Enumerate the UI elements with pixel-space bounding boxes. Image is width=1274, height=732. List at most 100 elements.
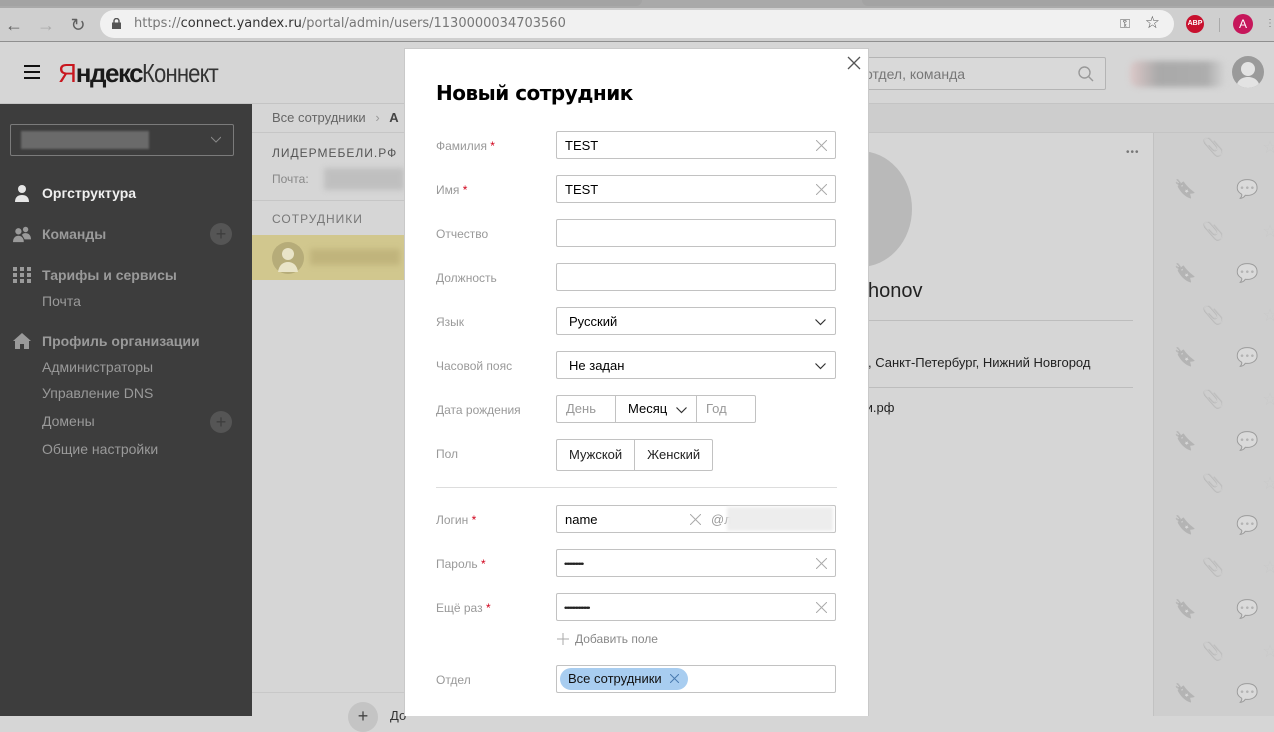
add-field-button[interactable]: Добавить поле bbox=[557, 631, 658, 646]
login-input[interactable]: name @л bbox=[556, 505, 836, 533]
adblock-extension-icon[interactable]: ABP bbox=[1186, 15, 1204, 33]
bookmark-star-icon[interactable]: ☆ bbox=[1145, 13, 1160, 33]
password-repeat-input[interactable]: •••••••••••••••• bbox=[556, 593, 836, 621]
paperclip-icon: 📎 bbox=[1202, 473, 1225, 493]
sidebar-subitem-mail[interactable]: Почта bbox=[42, 293, 81, 309]
gender-female-button[interactable]: Женский bbox=[634, 439, 714, 471]
search-icon[interactable] bbox=[1077, 65, 1095, 83]
clear-icon[interactable] bbox=[816, 558, 827, 569]
url-text[interactable]: https://connect.yandex.ru/portal/admin/u… bbox=[134, 16, 566, 31]
star-icon: ☆ bbox=[1262, 221, 1274, 241]
add-employee-button[interactable]: + bbox=[348, 702, 378, 732]
add-team-button[interactable]: + bbox=[210, 223, 232, 245]
chevron-down-icon bbox=[211, 136, 221, 143]
first-name-input[interactable]: TEST bbox=[556, 175, 836, 203]
login-domain-blurred bbox=[727, 507, 833, 531]
middle-name-input[interactable] bbox=[556, 219, 836, 247]
department-row: Отдел Все сотрудники bbox=[436, 665, 841, 693]
key-icon[interactable]: ⚿ bbox=[1120, 16, 1130, 32]
person-silhouette-icon bbox=[278, 248, 298, 272]
birth-day-input[interactable]: День bbox=[556, 395, 616, 423]
required-mark: * bbox=[480, 557, 486, 571]
select-value: Месяц bbox=[628, 401, 668, 416]
tag-label: Все сотрудники bbox=[568, 671, 662, 686]
divider bbox=[436, 487, 837, 488]
browser-profile-avatar[interactable]: A bbox=[1233, 14, 1253, 34]
position-input[interactable] bbox=[556, 263, 836, 291]
arrow-left-icon: ← bbox=[5, 15, 23, 35]
sidebar-item-org-profile[interactable]: Профиль организации bbox=[0, 330, 252, 354]
field-label: Часовой пояс bbox=[436, 359, 513, 373]
paperclip-icon: 📎 bbox=[1202, 137, 1225, 157]
add-domain-button[interactable]: + bbox=[210, 411, 232, 433]
url-host: connect.yandex.ru bbox=[180, 16, 302, 31]
profile-cities: , Санкт-Петербург, Нижний Новгород bbox=[868, 355, 1091, 370]
sidebar-item-label: Оргструктура bbox=[42, 185, 137, 201]
url-path: /portal/admin/users/1130000034703560 bbox=[301, 16, 566, 31]
staff-list-item[interactable] bbox=[252, 235, 404, 280]
divider bbox=[828, 320, 1133, 321]
forward-button[interactable]: → bbox=[34, 13, 58, 37]
more-options-icon[interactable]: ••• bbox=[1126, 147, 1140, 158]
menu-icon[interactable] bbox=[24, 65, 40, 79]
login-row: Логин * name @л bbox=[436, 505, 841, 533]
comment-icon: 💬 bbox=[1236, 347, 1259, 367]
organization-select[interactable] bbox=[10, 124, 234, 156]
department-tag[interactable]: Все сотрудники bbox=[560, 668, 688, 690]
org-structure-panel: Все сотрудники › А ЛИДЕРМЕБЕЛИ.РФ Почта:… bbox=[252, 104, 406, 732]
clear-icon[interactable] bbox=[816, 602, 827, 613]
password-input[interactable]: •••••••••••• bbox=[556, 549, 836, 577]
reload-button[interactable]: ↻ bbox=[66, 13, 90, 37]
birthdate-row: Дата рождения День Месяц Год bbox=[436, 395, 841, 423]
star-icon: ☆ bbox=[1262, 389, 1274, 409]
gender-male-button[interactable]: Мужской bbox=[556, 439, 636, 471]
bookmark-icon: 🔖 bbox=[1174, 683, 1197, 703]
breadcrumb-current: А bbox=[389, 110, 399, 125]
profile-subbar bbox=[868, 104, 1274, 133]
first-name-row: Имя * TEST bbox=[436, 175, 841, 203]
sidebar-subitem-domains[interactable]: Домены bbox=[42, 413, 95, 429]
birth-year-input[interactable]: Год bbox=[696, 395, 756, 423]
last-name-input[interactable]: TEST bbox=[556, 131, 836, 159]
bookmark-icon: 🔖 bbox=[1174, 515, 1197, 535]
browser-menu-icon[interactable]: ⋮ bbox=[1265, 18, 1274, 32]
sidebar-item-label: Профиль организации bbox=[42, 333, 200, 349]
field-label: Логин * bbox=[436, 513, 477, 527]
select-value: Не задан bbox=[569, 358, 625, 373]
sidebar-subitem-general-settings[interactable]: Общие настройки bbox=[42, 441, 158, 457]
user-avatar[interactable] bbox=[1232, 56, 1264, 88]
breadcrumb-separator-icon: › bbox=[375, 110, 380, 125]
grid-icon bbox=[13, 267, 31, 283]
sidebar-item-orgstructure[interactable]: Оргструктура bbox=[0, 182, 252, 206]
mail-label: Почта: bbox=[272, 172, 309, 186]
department-input[interactable]: Все сотрудники bbox=[556, 665, 836, 693]
divider bbox=[252, 132, 404, 133]
language-select[interactable]: Русский bbox=[556, 307, 836, 335]
sidebar-subitem-dns[interactable]: Управление DNS bbox=[42, 385, 153, 401]
bookmark-icon: 🔖 bbox=[1174, 179, 1197, 199]
address-bar[interactable]: https://connect.yandex.ru/portal/admin/u… bbox=[100, 10, 1174, 38]
breadcrumb-root-link[interactable]: Все сотрудники bbox=[272, 110, 366, 125]
birth-month-select[interactable]: Месяц bbox=[615, 395, 697, 423]
clear-icon[interactable] bbox=[816, 184, 827, 195]
timezone-row: Часовой пояс Не задан bbox=[436, 351, 841, 379]
browser-tab[interactable] bbox=[862, 0, 1274, 6]
clear-icon[interactable] bbox=[690, 514, 701, 525]
user-name-blurred[interactable] bbox=[1130, 61, 1226, 87]
sidebar-item-tariffs[interactable]: Тарифы и сервисы bbox=[0, 264, 252, 288]
close-icon[interactable] bbox=[847, 56, 861, 70]
star-icon: ☆ bbox=[1262, 557, 1274, 577]
browser-tab[interactable] bbox=[0, 0, 642, 6]
timezone-select[interactable]: Не задан bbox=[556, 351, 836, 379]
people-icon bbox=[13, 226, 31, 243]
star-icon: ☆ bbox=[1262, 641, 1274, 661]
back-button[interactable]: ← bbox=[2, 13, 26, 37]
logo[interactable]: Яндекс Коннект bbox=[58, 58, 231, 89]
comment-icon: 💬 bbox=[1236, 263, 1259, 283]
field-label: Язык bbox=[436, 315, 465, 329]
remove-tag-icon[interactable] bbox=[669, 674, 679, 683]
field-label: Дата рождения bbox=[436, 403, 521, 417]
clear-icon[interactable] bbox=[816, 140, 827, 151]
sidebar-subitem-admins[interactable]: Администраторы bbox=[42, 359, 153, 375]
paperclip-icon: 📎 bbox=[1202, 305, 1225, 325]
